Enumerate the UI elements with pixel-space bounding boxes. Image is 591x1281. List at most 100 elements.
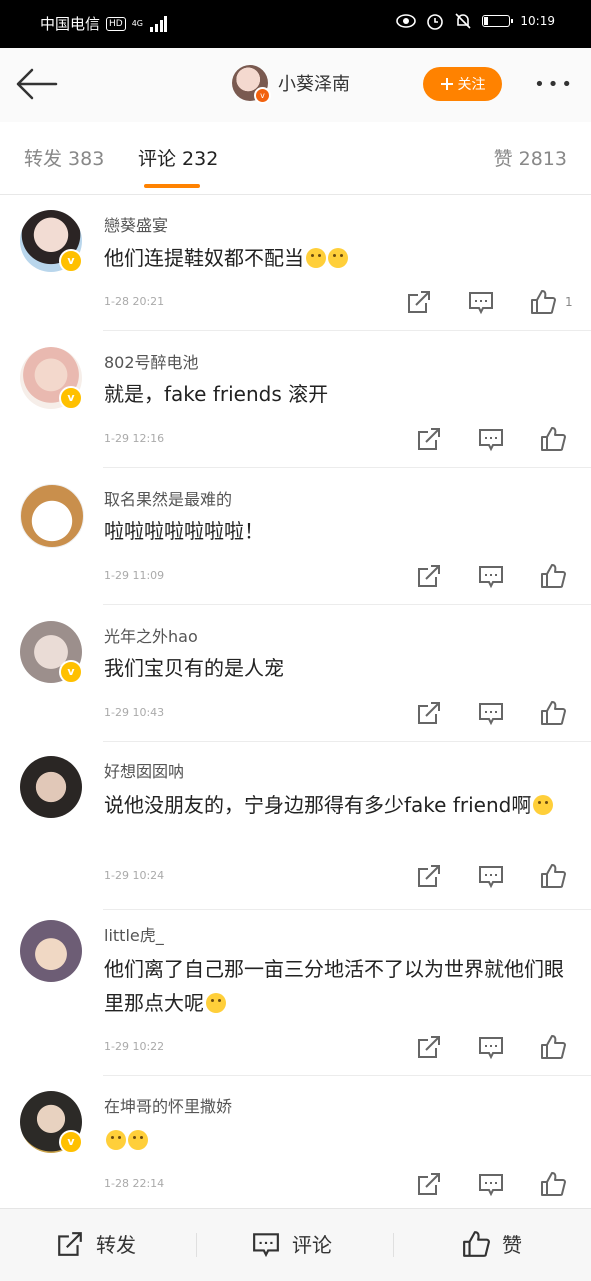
hd-badge: HD — [106, 16, 126, 31]
like-icon[interactable] — [530, 289, 556, 315]
comment-icon[interactable] — [478, 1171, 504, 1197]
comment-time: 1-29 12:16 — [104, 432, 165, 445]
comment-time: 1-29 10:24 — [104, 869, 165, 882]
comment-time: 1-29 11:09 — [104, 569, 165, 582]
like-icon — [463, 1230, 490, 1257]
carrier-info: 中国电信 HD 4G — [40, 13, 168, 34]
repost-icon[interactable] — [416, 863, 442, 889]
verified-badge-icon: v — [59, 386, 83, 410]
bottom-action-bar: 转发 评论 赞 — [0, 1208, 591, 1281]
comment-text: 啦啦啦啦啦啦啦！ — [104, 519, 264, 543]
comment-time: 1-28 20:21 — [104, 295, 165, 308]
comment-button[interactable]: 评论 — [252, 1229, 332, 1258]
avatar[interactable] — [20, 920, 82, 982]
back-arrow-icon[interactable] — [14, 66, 58, 102]
eyeroll-emoji-icon — [206, 993, 226, 1013]
comment-item: v 802号醉电池 就是，fake friends 滚开 1-29 12:16 — [0, 331, 591, 468]
avatar[interactable] — [20, 756, 82, 818]
more-dots-icon[interactable]: ••• — [534, 76, 575, 94]
comment-author[interactable]: 取名果然是最难的 — [104, 486, 232, 510]
clock: 10:19 — [520, 14, 555, 28]
verified-badge-icon: v — [59, 660, 83, 684]
comment-time: 1-28 22:14 — [104, 1177, 165, 1190]
divider — [393, 1233, 394, 1257]
comment-item: v 光年之外hao 我们宝贝有的是人宠 1-29 10:43 — [0, 605, 591, 742]
comment-icon[interactable] — [478, 563, 504, 589]
header-avatar[interactable]: v — [232, 65, 271, 104]
like-label: 赞 — [502, 1233, 522, 1257]
repost-label: 转发 — [96, 1233, 136, 1257]
verified-badge-icon: v — [59, 249, 83, 273]
alarm-icon — [427, 14, 444, 30]
hug-emoji-icon — [106, 1130, 126, 1150]
active-tab-indicator — [144, 184, 200, 188]
comment-icon[interactable] — [468, 289, 494, 315]
smile-emoji-icon — [533, 795, 554, 815]
comment-item: 取名果然是最难的 啦啦啦啦啦啦啦！ 1-29 11:09 — [0, 468, 591, 605]
comment-icon[interactable] — [478, 700, 504, 726]
mute-bell-icon — [455, 13, 471, 29]
tab-repost[interactable]: 转发 383 — [24, 144, 104, 171]
tab-bar: 转发 383 评论 232 赞 2813 — [0, 122, 591, 195]
repost-icon[interactable] — [416, 1171, 442, 1197]
repost-icon[interactable] — [416, 426, 442, 452]
comment-author[interactable]: 戀葵盛宴 — [104, 212, 168, 236]
signal-icon — [150, 15, 168, 32]
repost-icon[interactable] — [406, 289, 432, 315]
eye-icon — [396, 14, 417, 28]
comment-item: v 戀葵盛宴 他们连提鞋奴都不配当 1-28 20:21 1 — [0, 195, 591, 331]
comment-label: 评论 — [292, 1233, 332, 1257]
comment-item: v 在坤哥的怀里撒娇 1-28 22:14 — [0, 1076, 591, 1208]
hug-emoji-icon — [128, 1130, 148, 1150]
network-type: 4G — [131, 19, 144, 28]
battery-icon — [482, 15, 514, 27]
comment-text-content: 说他没朋友的，宁身边那得有多少fake friend啊 — [104, 793, 532, 817]
plus-icon — [440, 78, 453, 90]
comment-author[interactable]: 好想囡囡呐 — [104, 758, 184, 782]
comment-author[interactable]: 光年之外hao — [104, 623, 198, 647]
like-icon[interactable] — [540, 1034, 566, 1060]
like-icon[interactable] — [540, 1171, 566, 1197]
comment-item: little虎_ 他们离了自己那一亩三分地活不了以为世界就他们眼里那点大呢 1-… — [0, 910, 591, 1076]
header-user[interactable]: v 小葵泽南 — [232, 65, 350, 104]
comment-text: 就是，fake friends 滚开 — [104, 382, 329, 406]
tab-likes[interactable]: 赞 2813 — [494, 144, 567, 171]
like-count: 1 — [565, 295, 573, 309]
avatar[interactable] — [20, 484, 84, 548]
like-icon[interactable] — [540, 426, 566, 452]
comment-icon[interactable] — [478, 426, 504, 452]
comment-time: 1-29 10:22 — [104, 1040, 165, 1053]
status-icons: 10:19 — [396, 12, 555, 30]
comment-author[interactable]: 在坤哥的怀里撒娇 — [104, 1093, 232, 1117]
top-nav-bar: v 小葵泽南 关注 ••• — [0, 48, 591, 123]
follow-button[interactable]: 关注 — [423, 67, 502, 101]
comment-text: 我们宝贝有的是人宠 — [104, 656, 284, 680]
like-icon[interactable] — [540, 863, 566, 889]
like-icon[interactable] — [540, 563, 566, 589]
verified-badge-icon: v — [59, 1130, 83, 1154]
comment-time: 1-29 10:43 — [104, 706, 165, 719]
status-bar: 中国电信 HD 4G 10:19 — [0, 0, 591, 48]
repost-icon[interactable] — [416, 563, 442, 589]
like-button[interactable]: 赞 — [462, 1229, 522, 1258]
comment-author[interactable]: little虎_ — [104, 922, 164, 946]
comment-item: 好想囡囡呐 说他没朋友的，宁身边那得有多少fake friend啊 1-29 1… — [0, 742, 591, 910]
carrier-name: 中国电信 — [40, 15, 101, 33]
comment-author[interactable]: 802号醉电池 — [104, 349, 199, 373]
comment-text-content: 他们离了自己那一亩三分地活不了以为世界就他们眼里那点大呢 — [104, 957, 564, 1015]
comment-icon[interactable] — [478, 863, 504, 889]
repost-icon — [58, 1231, 82, 1256]
comment-text-content: 他们连提鞋奴都不配当 — [104, 246, 304, 270]
comment-icon[interactable] — [478, 1034, 504, 1060]
comment-text — [104, 1123, 569, 1157]
divider — [196, 1233, 197, 1257]
tab-comments[interactable]: 评论 232 — [138, 144, 218, 171]
comment-text: 他们离了自己那一亩三分地活不了以为世界就他们眼里那点大呢 — [104, 952, 569, 1020]
follow-label: 关注 — [457, 77, 486, 93]
like-icon[interactable] — [540, 700, 566, 726]
repost-button[interactable]: 转发 — [56, 1229, 136, 1258]
comment-icon — [253, 1232, 279, 1257]
header-user-name[interactable]: 小葵泽南 — [278, 70, 350, 96]
repost-icon[interactable] — [416, 1034, 442, 1060]
repost-icon[interactable] — [416, 700, 442, 726]
